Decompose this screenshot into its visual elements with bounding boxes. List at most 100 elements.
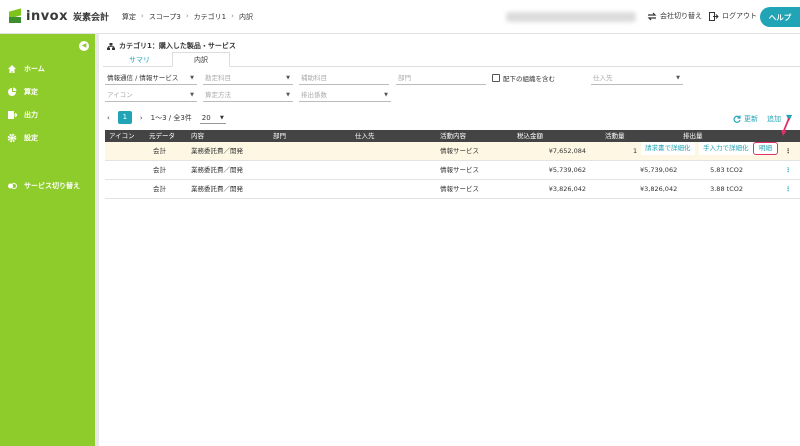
add-button[interactable]: 追加 <box>767 114 781 124</box>
cell-content: 業務委託費／開発 <box>191 185 243 193</box>
sidebar-item-label: ホーム <box>24 65 45 73</box>
cell-source: 会計 <box>153 147 166 155</box>
cell-activity: 情報サービス <box>440 147 479 155</box>
sub-account-select[interactable]: 補助科目 <box>299 72 389 85</box>
sub-account-placeholder: 補助科目 <box>301 74 327 82</box>
cell-content: 業務委託費／開発 <box>191 166 243 174</box>
gear-icon <box>7 133 17 143</box>
cell-quantity: ¥3,826,042 <box>640 185 678 193</box>
chevron-down-icon: ▼ <box>190 75 194 81</box>
tab-breakdown[interactable]: 内訳 <box>172 52 230 67</box>
category-select-value: 情報通信 / 情報サービス <box>107 74 179 82</box>
table-row[interactable]: 会計 業務委託費／開発 情報サービス ¥7,652,084 1 請求書で詳細化 … <box>105 142 800 161</box>
logo-text: invox <box>26 9 69 24</box>
sidebar-item-settings[interactable]: 設定 <box>7 133 38 143</box>
page-number-button[interactable]: 1 <box>117 111 132 124</box>
next-page-icon[interactable]: › <box>140 114 143 122</box>
icon-select[interactable]: アイコン ▼ <box>105 89 197 102</box>
pie-chart-icon <box>7 87 17 97</box>
switch-company-label: 会社切り替え <box>660 12 702 20</box>
org-tree-icon <box>107 42 115 50</box>
column-header[interactable]: アイコン <box>109 130 135 142</box>
sidebar-item-label: 設定 <box>24 134 38 142</box>
logout-label: ログアウト <box>722 12 757 20</box>
column-header[interactable]: 活動量 <box>605 130 625 142</box>
sidebar-item-label: サービス切り替え <box>24 182 80 190</box>
logout-link[interactable]: ログアウト <box>709 11 757 21</box>
detail-by-invoice-button[interactable]: 請求書で詳細化 <box>641 142 695 155</box>
row-menu-icon[interactable]: ⋮ <box>785 142 792 161</box>
column-header[interactable]: 元データ <box>149 130 175 142</box>
detail-manual-button[interactable]: 手入力で詳細化 <box>699 142 753 155</box>
emission-factor-placeholder: 排出係数 <box>301 91 327 99</box>
account-item-select[interactable]: 勘定科目 ▼ <box>203 72 293 85</box>
include-sub-org-checkbox[interactable]: 配下の組織を含む <box>492 73 555 83</box>
column-header[interactable]: 排出量 <box>683 130 703 142</box>
breadcrumb-separator: › <box>141 12 144 20</box>
app-logo[interactable]: invox 炭素会計 <box>8 7 109 24</box>
cell-truncated: 1 <box>633 147 638 155</box>
pagination: ‹ 1 › 1〜3 / 全3件 20 ▼ <box>107 111 226 124</box>
collapse-sidebar-icon[interactable]: ◀ <box>79 41 89 51</box>
emission-factor-select[interactable]: 排出係数 ▼ <box>299 89 391 102</box>
category-select[interactable]: 情報通信 / 情報サービス ▼ <box>105 72 197 85</box>
sidebar-item-switch-service[interactable]: サービス切り替え <box>7 181 80 191</box>
breadcrumb-item[interactable]: スコープ3 <box>149 12 181 22</box>
switch-company-icon <box>647 12 657 20</box>
sidebar: ◀ ホーム 算定 出力 設定 サービス切り替え <box>0 34 95 446</box>
breadcrumb: 算定 › スコープ3 › カテゴリ1 › 内訳 <box>122 12 253 22</box>
main-panel: カテゴリ1：購入した製品・サービス サマリ 内訳 情報通信 / 情報サービス ▼ … <box>95 34 800 446</box>
cell-source: 会計 <box>153 166 166 174</box>
cell-amount: ¥7,652,084 <box>548 147 586 155</box>
row-menu-icon[interactable]: ⋮ <box>785 161 792 180</box>
blurred-company-name <box>506 12 636 22</box>
column-header[interactable]: 仕入先 <box>355 130 375 142</box>
cell-emission: 5.83 tCO2 <box>710 166 743 174</box>
chevron-down-icon: ▼ <box>286 92 290 98</box>
breakdown-button[interactable]: 明細 <box>753 142 778 155</box>
table-row[interactable]: 会計 業務委託費／開発 情報サービス ¥5,739,062 ¥5,739,062… <box>105 161 800 180</box>
page-size-select[interactable]: 20 ▼ <box>199 112 226 124</box>
breadcrumb-separator: › <box>185 12 189 20</box>
refresh-label: 更新 <box>744 115 758 123</box>
include-sub-org-label: 配下の組織を含む <box>503 75 555 83</box>
cell-activity: 情報サービス <box>440 185 479 193</box>
row-menu-icon[interactable]: ⋮ <box>785 180 792 199</box>
app-header: invox 炭素会計 算定 › スコープ3 › カテゴリ1 › 内訳 会社切り替… <box>0 0 800 34</box>
tab-summary[interactable]: サマリ <box>107 52 172 67</box>
supplier-select[interactable]: 仕入先 ▼ <box>591 72 683 85</box>
department-placeholder: 部門 <box>398 74 411 82</box>
cell-activity: 情報サービス <box>440 166 479 174</box>
cell-amount: ¥3,826,042 <box>548 185 586 193</box>
checkbox-box[interactable] <box>492 74 500 82</box>
chevron-down-icon: ▼ <box>219 114 224 121</box>
sidebar-item-label: 算定 <box>24 88 38 96</box>
home-icon <box>7 64 17 74</box>
breadcrumb-item: 内訳 <box>238 13 253 21</box>
chevron-down-icon: ▼ <box>676 75 680 81</box>
callout-arrow-icon <box>781 118 790 136</box>
breadcrumb-item[interactable]: 算定 <box>122 12 136 22</box>
column-header[interactable]: 税込金額 <box>517 130 543 142</box>
help-button[interactable]: ヘルプ <box>760 7 800 27</box>
column-header[interactable]: 内容 <box>191 130 204 142</box>
sidebar-item-calc[interactable]: 算定 <box>7 87 38 97</box>
tab-bar: サマリ 内訳 <box>107 52 230 67</box>
sidebar-item-home[interactable]: ホーム <box>7 64 45 74</box>
column-header[interactable]: 部門 <box>273 130 286 142</box>
column-header[interactable]: 活動内容 <box>440 130 466 142</box>
icon-select-placeholder: アイコン <box>107 91 133 99</box>
cell-amount: ¥5,739,062 <box>548 166 586 174</box>
page-title: カテゴリ1：購入した製品・サービス <box>107 41 236 51</box>
sidebar-item-export[interactable]: 出力 <box>7 110 38 120</box>
cell-content: 業務委託費／開発 <box>191 147 243 155</box>
breadcrumb-item[interactable]: カテゴリ1 <box>194 12 226 22</box>
table-row[interactable]: 会計 業務委託費／開発 情報サービス ¥3,826,042 ¥3,826,042… <box>105 180 800 199</box>
prev-page-icon[interactable]: ‹ <box>107 114 110 122</box>
table-header: アイコン 元データ 内容 部門 仕入先 活動内容 税込金額 活動量 排出量 <box>105 130 800 142</box>
department-select[interactable]: 部門 <box>396 72 486 85</box>
refresh-button[interactable]: 更新 <box>733 114 758 124</box>
switch-company-link[interactable]: 会社切り替え <box>647 11 702 21</box>
calc-method-select[interactable]: 算定方法 ▼ <box>203 89 293 102</box>
sidebar-item-label: 出力 <box>24 111 38 119</box>
